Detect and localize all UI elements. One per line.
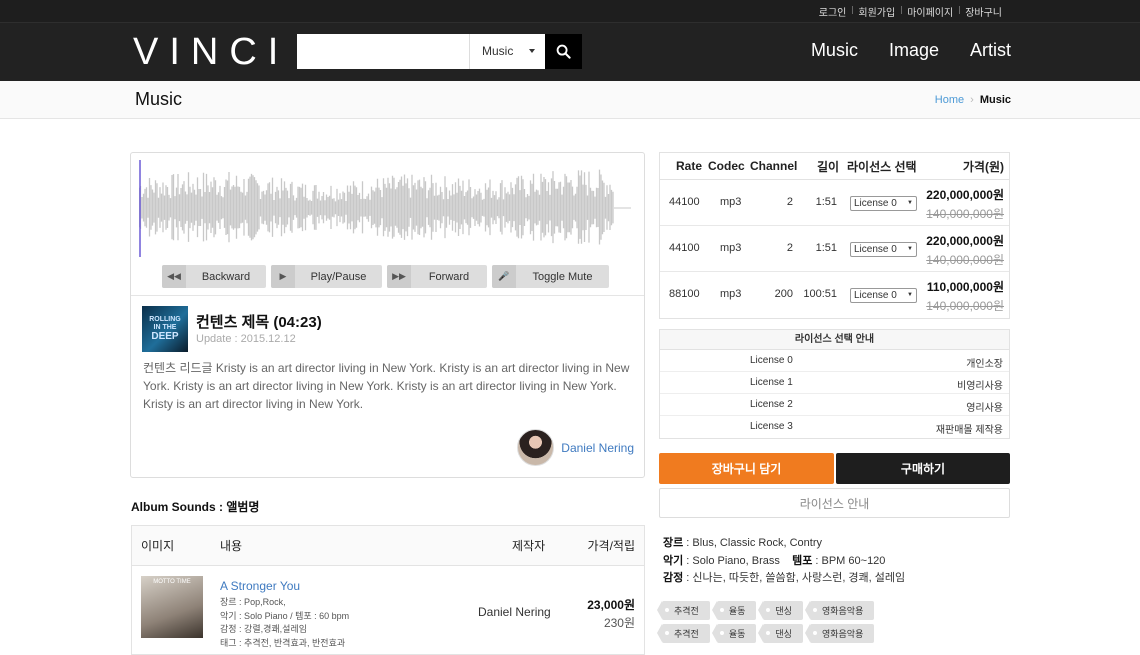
license-select[interactable]: License 0	[850, 196, 917, 211]
license-select[interactable]: License 0	[850, 242, 917, 257]
tag-row: 추격전 율동 댄싱 영화음악용	[657, 600, 1010, 620]
play-icon: ▶	[271, 265, 295, 288]
divider	[131, 295, 644, 296]
mypage-link[interactable]: 마이페이지	[901, 4, 959, 19]
search-bar: Music	[297, 33, 582, 69]
site-header: VINCI Music Music Image Artist	[0, 22, 1140, 81]
license-old-price: 140,000,000원	[926, 207, 1004, 221]
license-guide-button[interactable]: 라이선스 안내	[659, 488, 1010, 518]
search-icon	[556, 44, 571, 59]
audio-player-card: ◀◀ Backward ▶ Play/Pause ▶▶ Forward 🎤 Toggle…	[130, 152, 645, 478]
player-controls: ◀◀ Backward ▶ Play/Pause ▶▶ Forward 🎤 Toggle…	[162, 265, 614, 288]
login-link[interactable]: 로그인	[813, 4, 853, 19]
license-select[interactable]: License 0	[850, 288, 917, 303]
col-price: 가격/적립	[587, 539, 636, 553]
tag-chip[interactable]: 추격전	[657, 600, 710, 620]
tag-chip[interactable]: 댄싱	[758, 623, 803, 643]
forward-icon: ▶▶	[387, 265, 411, 288]
content-description: 컨텐츠 리드글 Kristy is an art director living…	[143, 361, 630, 411]
avatar	[517, 429, 555, 466]
backward-button[interactable]: ◀◀ Backward	[162, 265, 266, 288]
search-button[interactable]	[545, 33, 582, 69]
license-guide-title: 라이선스 선택 안내	[660, 330, 1009, 350]
col-content: 내용	[220, 539, 243, 553]
content-column: ◀◀ Backward ▶ Play/Pause ▶▶ Forward 🎤 Toggle…	[130, 152, 645, 478]
table-row: License 0 개인소장	[660, 350, 1009, 372]
page-title: Music	[135, 89, 183, 109]
license-old-price: 140,000,000원	[926, 253, 1004, 267]
tag-chip[interactable]: 율동	[711, 600, 757, 620]
track-info: 장르 : Blus, Classic Rock, Contry 악기 : Sol…	[663, 537, 906, 584]
add-to-cart-button[interactable]: 장바구니 담기	[659, 453, 834, 484]
license-price: 110,000,000원	[926, 280, 1004, 294]
content-title: 컨텐츠 제목 (04:23)	[196, 314, 322, 331]
table-row: License 1 비영리사용	[660, 372, 1009, 394]
tag-chip[interactable]: 율동	[711, 623, 757, 643]
purchase-buttons: 장바구니 담기 구매하기	[659, 453, 1010, 484]
col-image: 이미지	[141, 539, 175, 553]
breadcrumb: Home › Music	[935, 94, 1011, 106]
author-info[interactable]: Daniel Nering	[517, 429, 634, 466]
track-artist: Daniel Nering	[478, 605, 551, 619]
chevron-down-icon	[529, 48, 535, 53]
purchase-column: Rate Codec Channel 길이 라이선스 선택 가격(원) 4410…	[657, 152, 1010, 647]
breadcrumb-separator-icon: ›	[970, 93, 974, 106]
buy-button[interactable]: 구매하기	[836, 453, 1010, 484]
backward-icon: ◀◀	[162, 265, 186, 288]
cart-link[interactable]: 장바구니	[959, 4, 1008, 19]
track-title-link[interactable]: A Stronger You	[220, 579, 300, 593]
table-row: 88100 mp3 200 100:51 License 0 110,000,0…	[660, 272, 1009, 318]
table-row[interactable]: MOTTO TIME A Stronger You 장르 : Pop,Rock,…	[132, 566, 644, 654]
album-table: 이미지 내용 제작자 가격/적립 MOTTO TIME A Stronger Y…	[131, 525, 645, 655]
forward-button[interactable]: ▶▶ Forward	[387, 265, 487, 288]
license-table: Rate Codec Channel 길이 라이선스 선택 가격(원) 4410…	[659, 152, 1010, 319]
license-price: 220,000,000원	[926, 188, 1004, 202]
track-price: 23,000원 230원	[587, 598, 635, 630]
license-table-header: Rate Codec Channel 길이 라이선스 선택 가격(원)	[660, 153, 1009, 180]
table-row: License 2 영리사용	[660, 394, 1009, 416]
nav-artist[interactable]: Artist	[970, 40, 1011, 61]
tag-chip[interactable]: 영화음악용	[804, 623, 875, 643]
tag-list: 추격전 율동 댄싱 영화음악용 추격전 율동 댄싱 영화음악용	[657, 600, 1010, 643]
play-pause-button[interactable]: ▶ Play/Pause	[271, 265, 382, 288]
tag-row: 추격전 율동 댄싱 영화음악용	[657, 623, 1010, 643]
license-price: 220,000,000원	[926, 234, 1004, 248]
tag-chip[interactable]: 추격전	[657, 623, 710, 643]
search-category-select[interactable]: Music	[469, 33, 545, 69]
license-guide-table: 라이선스 선택 안내 License 0 개인소장 License 1 비영리사용 …	[659, 329, 1010, 439]
nav-image[interactable]: Image	[889, 40, 939, 61]
mute-icon: 🎤	[492, 265, 516, 288]
nav-music[interactable]: Music	[811, 40, 858, 61]
col-artist: 제작자	[512, 539, 546, 553]
album-cover-image: MOTTO TIME	[141, 576, 203, 638]
album-section-title: Album Sounds : 앨범명	[131, 500, 260, 514]
table-row: 44100 mp3 2 1:51 License 0 220,000,000원 …	[660, 180, 1009, 226]
table-row: 44100 mp3 2 1:51 License 0 220,000,000원 …	[660, 226, 1009, 272]
site-logo[interactable]: VINCI	[133, 33, 297, 71]
toggle-mute-button[interactable]: 🎤 Toggle Mute	[492, 265, 609, 288]
tag-chip[interactable]: 댄싱	[758, 600, 803, 620]
signup-link[interactable]: 회원가입	[852, 4, 901, 19]
album-table-header: 이미지 내용 제작자 가격/적립	[132, 526, 644, 566]
search-category-value: Music	[482, 44, 514, 58]
breadcrumb-home[interactable]: Home	[935, 94, 964, 106]
content-update-date: Update : 2015.12.12	[196, 333, 296, 345]
content-cover-image: ROLLING IN THE DEEP	[142, 306, 188, 352]
author-name[interactable]: Daniel Nering	[561, 441, 634, 455]
breadcrumb-current: Music	[979, 93, 1011, 106]
table-row: License 3 재판매몰 제작용	[750, 421, 1003, 436]
license-old-price: 140,000,000원	[926, 299, 1004, 313]
waveform[interactable]	[139, 160, 639, 257]
search-input[interactable]	[297, 33, 469, 69]
utility-bar: 로그인 회원가입 마이페이지 장바구니	[0, 0, 1140, 22]
main-nav: Music Image Artist	[780, 40, 1011, 61]
tag-chip[interactable]: 영화음악용	[804, 600, 875, 620]
page-title-bar: Music Home › Music	[0, 81, 1140, 119]
